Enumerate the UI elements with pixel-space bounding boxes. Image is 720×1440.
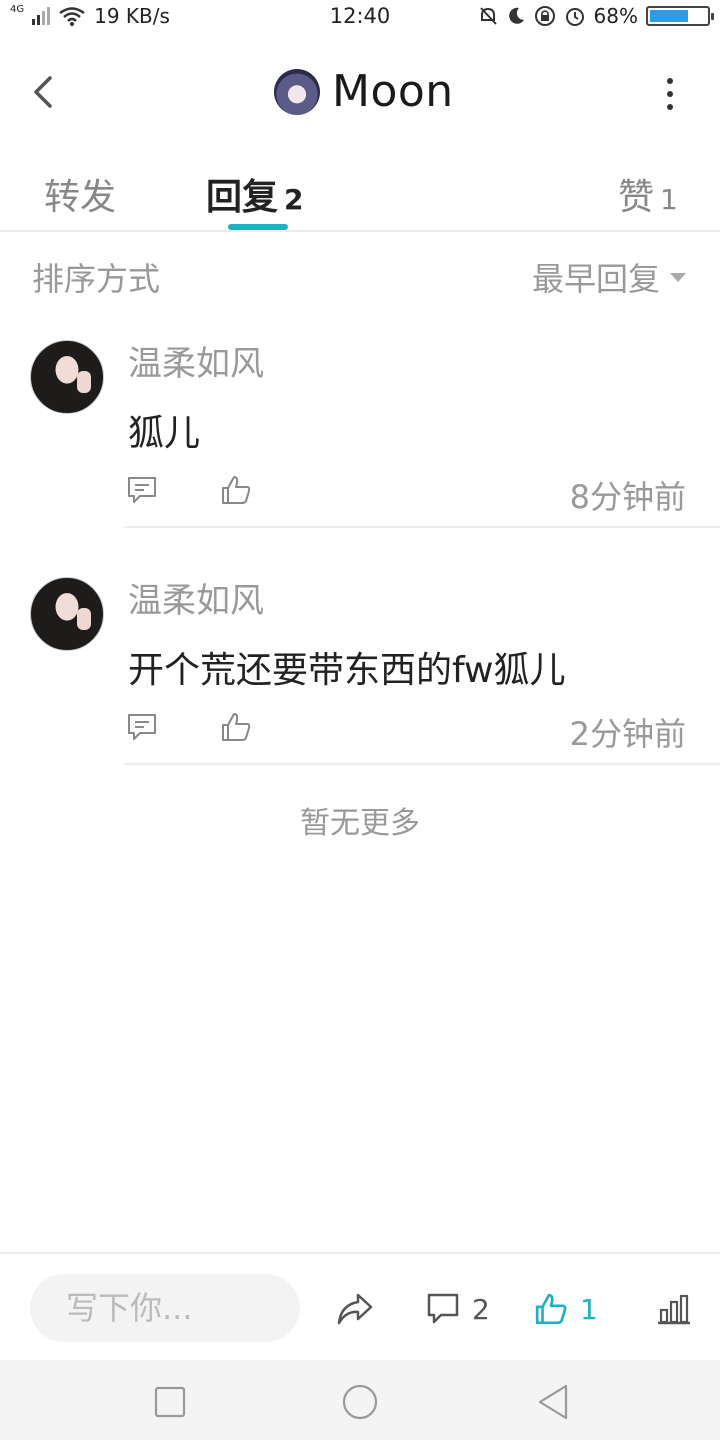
thumbs-up-icon [535, 1293, 567, 1325]
mute-icon [479, 7, 497, 25]
reply-text: 开个荒还要带东西的fw狐儿 [128, 650, 566, 691]
tab-like-label: 赞 [618, 177, 655, 218]
comment-icon[interactable] [126, 711, 158, 743]
sort-label: 排序方式 [32, 260, 161, 298]
header-title-group[interactable]: Moon [274, 66, 454, 117]
header: Moon [0, 50, 720, 140]
share-button[interactable] [336, 1290, 374, 1328]
avatar[interactable] [30, 340, 104, 414]
recent-apps-icon[interactable] [150, 1382, 190, 1422]
share-icon [337, 1293, 373, 1325]
sort-row: 排序方式 最早回复 [0, 254, 720, 298]
page-title: Moon [332, 66, 454, 117]
reply-item: 温柔如风 开个荒还要带东西的fw狐儿 2分钟前 [0, 573, 720, 765]
comment-count: 2 [472, 1292, 490, 1326]
tab-reply-label: 回复 [206, 177, 279, 218]
reply-item: 温柔如风 狐儿 8分钟前 [0, 336, 720, 528]
tab-like[interactable]: 赞 1 [618, 168, 678, 220]
reply-time: 8分钟前 [569, 478, 686, 516]
tab-like-count: 1 [660, 183, 678, 216]
back-arrow-icon[interactable] [24, 70, 64, 114]
like-count: 1 [580, 1292, 598, 1326]
tab-forward-label: 转发 [44, 177, 117, 218]
moon-icon [508, 7, 524, 24]
battery-percent: 68% [593, 4, 638, 28]
sort-value: 最早回复 [531, 260, 660, 298]
user-avatar-small [274, 68, 320, 115]
tab-forward[interactable]: 转发 [44, 168, 116, 220]
lock-rotation-icon [534, 6, 555, 26]
status-bar: 4G 19 KB/s 12:40 68% [0, 0, 720, 36]
reply-author[interactable]: 温柔如风 [128, 573, 264, 622]
bar-chart-icon [658, 1294, 690, 1325]
bottom-action-bar: 2 1 [0, 1252, 720, 1360]
reply-actions: 2分钟前 [126, 711, 686, 753]
nav-back-icon[interactable] [534, 1382, 574, 1422]
divider [124, 526, 720, 528]
tab-reply-count: 2 [284, 183, 304, 216]
battery-icon [646, 6, 714, 26]
reply-author[interactable]: 温柔如风 [128, 336, 264, 385]
comment-icon[interactable] [126, 474, 158, 506]
more-options-icon[interactable] [660, 78, 680, 110]
reply-text: 狐儿 [128, 413, 201, 454]
comment-bubble-icon [427, 1293, 459, 1324]
tab-bar: 转发 回复 2 赞 1 [0, 150, 720, 232]
like-icon[interactable] [220, 711, 252, 743]
home-icon[interactable] [340, 1382, 380, 1422]
like-icon[interactable] [220, 474, 252, 506]
battery-fill [650, 10, 689, 22]
reply-actions: 8分钟前 [126, 474, 686, 516]
stats-button[interactable] [656, 1290, 692, 1328]
tab-active-indicator [228, 224, 288, 230]
divider [124, 763, 720, 765]
no-more-text: 暂无更多 [300, 806, 420, 841]
alarm-icon [565, 8, 584, 26]
sort-dropdown[interactable]: 最早回复 [532, 254, 686, 300]
caret-down-icon [670, 272, 686, 282]
reply-time: 2分钟前 [569, 715, 686, 753]
comment-button[interactable]: 2 [426, 1290, 490, 1328]
tab-reply[interactable]: 回复 2 [206, 168, 304, 220]
system-nav-bar [0, 1360, 720, 1440]
avatar[interactable] [30, 577, 104, 651]
status-right: 68% [478, 4, 714, 28]
comment-input[interactable] [30, 1274, 300, 1342]
like-button[interactable]: 1 [534, 1290, 598, 1328]
